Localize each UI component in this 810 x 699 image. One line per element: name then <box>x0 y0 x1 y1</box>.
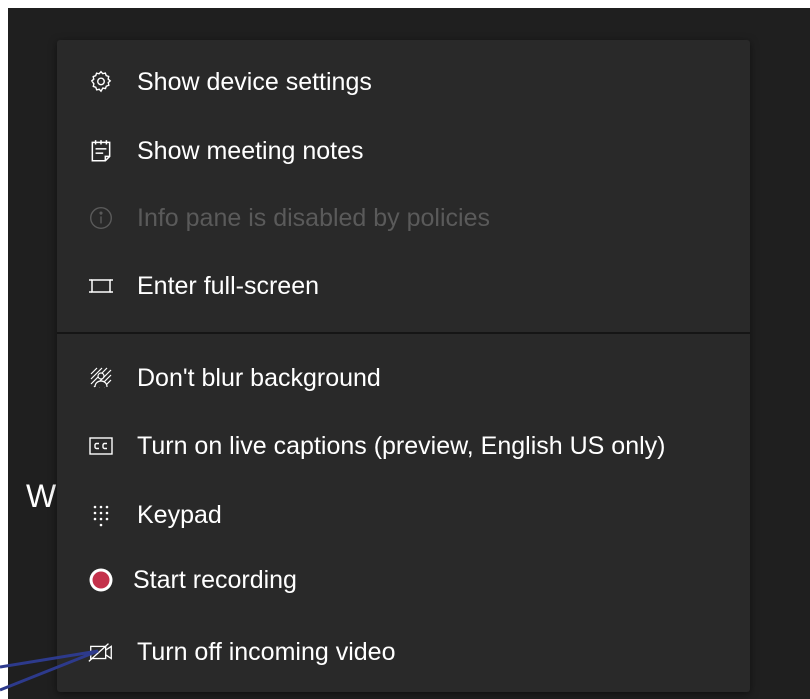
menu-item-show-meeting-notes[interactable]: Show meeting notes <box>57 121 750 181</box>
info-icon <box>87 204 115 232</box>
menu-item-show-device-settings[interactable]: Show device settings <box>57 52 750 112</box>
menu-item-label: Show meeting notes <box>137 136 364 165</box>
fullscreen-icon <box>87 272 115 300</box>
menu-item-label: Don't blur background <box>137 363 381 392</box>
screenshot-stage: W Show device settings Show meeting note… <box>0 0 810 699</box>
video-off-icon <box>87 638 115 666</box>
menu-item-turn-off-incoming-video[interactable]: Turn off incoming video <box>57 622 750 682</box>
menu-item-turn-on-live-captions[interactable]: Turn on live captions (preview, English … <box>57 416 750 476</box>
menu-item-label: Enter full-screen <box>137 271 320 300</box>
menu-item-label: Show device settings <box>137 67 372 96</box>
menu-item-label: Keypad <box>137 500 222 529</box>
menu-item-keypad[interactable]: Keypad <box>57 485 750 545</box>
keypad-icon <box>87 501 115 529</box>
menu-divider <box>57 332 750 334</box>
more-actions-menu: Show device settings Show meeting notes <box>57 40 750 692</box>
gear-icon <box>87 68 115 96</box>
menu-item-start-recording[interactable]: Start recording <box>57 550 750 610</box>
notes-icon <box>87 137 115 165</box>
menu-item-label: Start recording <box>133 565 297 594</box>
menu-item-info-pane-disabled: Info pane is disabled by policies <box>57 188 750 248</box>
background-partial-text: W <box>26 478 57 514</box>
menu-item-label: Turn off incoming video <box>137 637 396 666</box>
menu-item-enter-full-screen[interactable]: Enter full-screen <box>57 256 750 316</box>
menu-item-label: Turn on live captions (preview, English … <box>137 431 666 460</box>
menu-item-dont-blur-background[interactable]: Don't blur background <box>57 348 750 408</box>
blur-background-icon <box>87 364 115 392</box>
menu-item-label: Info pane is disabled by policies <box>137 203 491 232</box>
closed-captions-icon <box>87 432 115 460</box>
record-icon <box>87 566 115 594</box>
